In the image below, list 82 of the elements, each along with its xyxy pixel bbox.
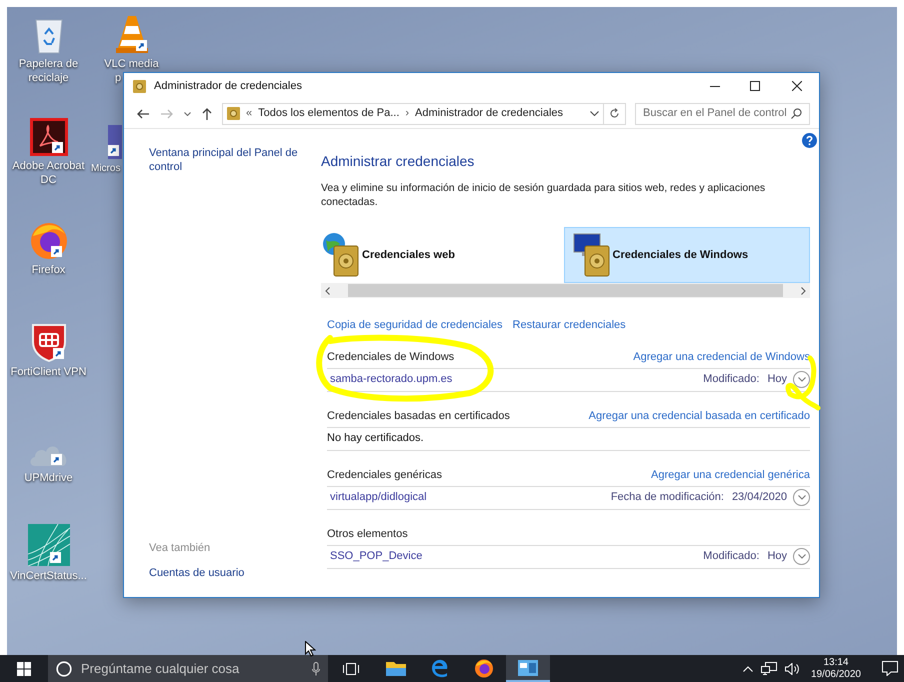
action-link[interactable]: Restaurar credenciales	[512, 317, 626, 334]
chevron-up-icon[interactable]	[742, 666, 753, 672]
breadcrumb-separator: ›	[405, 106, 410, 122]
add-credential-link[interactable]: Agregar una credencial de Windows	[633, 349, 810, 366]
folder-icon	[386, 660, 406, 676]
action-link[interactable]: Copia de seguridad de credenciales	[327, 317, 503, 334]
horizontal-scrollbar[interactable]	[321, 283, 810, 298]
modified-label: Modificado:	[703, 549, 760, 564]
add-credential-link[interactable]: Agregar una credencial basada en certificado	[588, 408, 810, 424]
sidebar-link[interactable]: Ventana principal del Panel de control	[149, 146, 311, 174]
breadcrumb-link[interactable]: Administrador de credenciales	[415, 105, 564, 122]
credential-name-link[interactable]: virtualapp/didlogical	[330, 489, 427, 506]
circle-icon	[56, 660, 72, 676]
expand-button[interactable]	[793, 371, 810, 388]
section-heading: Credenciales basadas en certificados	[327, 409, 510, 424]
chevron-down-icon	[798, 554, 806, 559]
page-description: Vea y elimine su información de inicio de sesión guardada para sitios web, redes y aplicaciones conectadas.	[321, 181, 766, 209]
left-arrow-icon	[137, 108, 149, 118]
desktop-icon-label[interactable]: p	[115, 71, 122, 85]
desktop-icon-label[interactable]: Papelera de reciclaje	[18, 57, 78, 85]
section-heading: Credenciales genéricas	[327, 468, 442, 483]
window-title: Administrador de credenciales	[154, 78, 302, 94]
desktop-icon-label[interactable]: Adobe Acrobat DC	[12, 159, 85, 187]
globe-safe-icon	[322, 232, 360, 278]
close-icon	[792, 81, 802, 91]
scroll-right-icon	[801, 286, 806, 294]
caret-icon	[184, 112, 190, 116]
taskbar-search-field[interactable]: Pregúntame cualquier cosa	[48, 655, 328, 682]
address-bar[interactable]: « Todos los elementos de Pa... › Administrador de credenciales	[222, 102, 604, 124]
refresh-button[interactable]	[604, 102, 626, 124]
mouse-cursor-icon	[305, 641, 316, 657]
notification-icon[interactable]	[882, 661, 898, 676]
credential-type-tile[interactable]: Credenciales de Windows	[564, 227, 810, 283]
modified-value: Hoy	[767, 372, 787, 388]
page-heading: Administrar credenciales	[321, 152, 476, 171]
expand-button[interactable]	[793, 548, 810, 565]
chevron-down-icon	[798, 377, 806, 382]
maximize-icon	[750, 81, 760, 91]
desktop-icon-label[interactable]: VLC media	[104, 57, 159, 71]
refresh-icon	[609, 108, 620, 119]
task-view-icon	[343, 662, 359, 674]
fox-globe-icon	[474, 658, 494, 678]
pdf-document-icon	[30, 118, 68, 156]
scroll-left-icon	[325, 286, 330, 294]
modified-label: Fecha de modificación:	[610, 490, 724, 506]
network-icon[interactable]	[760, 662, 777, 675]
right-arrow-icon	[161, 108, 173, 118]
empty-message: No hay certificados.	[327, 431, 424, 446]
section-heading: Credenciales de Windows	[327, 350, 454, 365]
sidebar-link[interactable]: Cuentas de usuario	[149, 564, 311, 581]
section-heading: Otros elementos	[327, 527, 408, 542]
modified-label: Modificado:	[703, 372, 760, 388]
up-arrow-icon	[202, 108, 212, 120]
credential-name-link[interactable]: SSO_POP_Device	[330, 548, 422, 565]
safe-icon	[133, 80, 146, 92]
search-icon	[791, 108, 802, 119]
fox-globe-icon	[28, 220, 68, 260]
expand-button[interactable]	[793, 489, 810, 506]
help-icon	[802, 133, 817, 148]
overflow-chevron[interactable]: «	[246, 105, 252, 122]
add-credential-link[interactable]: Agregar una credencial genérica	[651, 467, 810, 484]
taskbar-clock[interactable]: 13:14 19/06/2020	[808, 656, 864, 680]
speaker-icon[interactable]	[784, 662, 800, 674]
monitor-safe-icon	[572, 232, 610, 278]
modified-value: 23/04/2020	[732, 490, 787, 506]
control-panel-icon	[518, 660, 538, 676]
see-also-heading: Vea también	[149, 541, 212, 556]
desktop-icon-label[interactable]: Firefox	[32, 263, 66, 277]
search-field[interactable]: Buscar en el Panel de control	[635, 102, 810, 124]
caret-icon	[590, 111, 599, 116]
credential-name-link[interactable]: samba-rectorado.upm.es	[330, 371, 452, 388]
taskbar-app-button[interactable]	[506, 655, 550, 682]
e-globe-icon	[430, 658, 450, 678]
chevron-down-icon	[798, 495, 806, 500]
windows-logo-icon	[17, 662, 31, 676]
modified-value: Hoy	[767, 549, 787, 564]
mesh-grid-icon	[28, 524, 70, 566]
desktop-icon-label[interactable]: Micros	[91, 162, 120, 175]
safe-icon	[227, 107, 240, 120]
scrollbar-thumb[interactable]	[348, 284, 783, 297]
microphone-icon	[312, 662, 320, 676]
breadcrumb-link[interactable]: Todos los elementos de Pa...	[258, 105, 400, 122]
